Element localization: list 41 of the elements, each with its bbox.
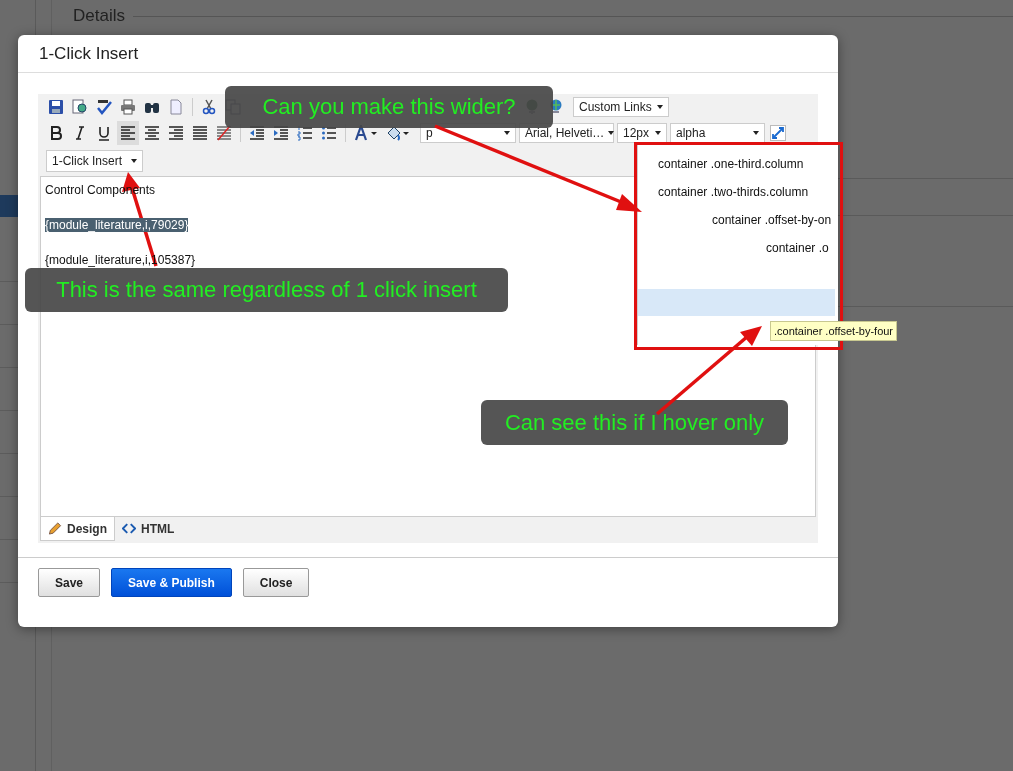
section-heading: Details <box>73 6 125 26</box>
preview-icon[interactable] <box>72 99 88 115</box>
clear-format-icon[interactable] <box>216 125 232 141</box>
menu-item[interactable]: container .one-third.column <box>658 157 804 171</box>
save-icon[interactable] <box>48 99 64 115</box>
caret-icon <box>504 131 510 135</box>
dialog-button[interactable]: Save <box>38 568 101 597</box>
editor-tab[interactable]: HTML <box>115 517 182 540</box>
editor-tab[interactable]: Design <box>40 517 115 541</box>
print-icon[interactable] <box>120 99 136 115</box>
dialog-title: 1-Click Insert <box>39 43 139 64</box>
bullet-list-icon[interactable] <box>321 125 337 141</box>
code-icon <box>122 522 136 535</box>
bold-icon[interactable] <box>48 125 64 141</box>
insert-dropdown[interactable]: 1-Click Insert <box>46 150 143 172</box>
tooltip: .container .offset-by-four <box>770 321 898 341</box>
dialog-button[interactable]: Close <box>242 568 310 597</box>
annotation-tooltip: Can you make this wider? <box>225 86 553 128</box>
caret-icon <box>753 131 759 135</box>
caret-icon <box>608 131 615 135</box>
cut-icon[interactable] <box>201 99 217 115</box>
spellcheck-icon[interactable] <box>96 99 112 115</box>
custom-links-dropdown[interactable]: Custom Links <box>573 97 669 117</box>
paint-bucket-icon[interactable] <box>386 125 410 141</box>
underline-icon[interactable] <box>96 125 112 141</box>
font-dropdown[interactable]: Arial, Helveti… <box>519 123 614 143</box>
numbered-list-icon[interactable] <box>297 125 313 141</box>
editor-text: {module_literature,i,79029} <box>45 218 189 232</box>
annotation-tooltip: This is the same regardless of 1 click insert <box>25 268 508 312</box>
pencil-icon <box>48 522 62 535</box>
caret-icon <box>657 105 663 109</box>
size-dropdown[interactable]: 12px <box>617 123 667 143</box>
publish-button[interactable]: Save & Publish <box>111 568 232 597</box>
font-color-icon[interactable] <box>354 125 378 141</box>
caret-icon <box>655 131 661 135</box>
caret-icon <box>131 159 137 163</box>
align-left-button[interactable] <box>117 121 139 145</box>
menu-item[interactable]: container .two-thirds.column <box>658 185 809 199</box>
annotation-tooltip: Can see this if I hover only <box>481 400 788 445</box>
fullscreen-icon[interactable] <box>770 125 786 141</box>
style-dropdown[interactable]: alpha <box>670 123 765 143</box>
